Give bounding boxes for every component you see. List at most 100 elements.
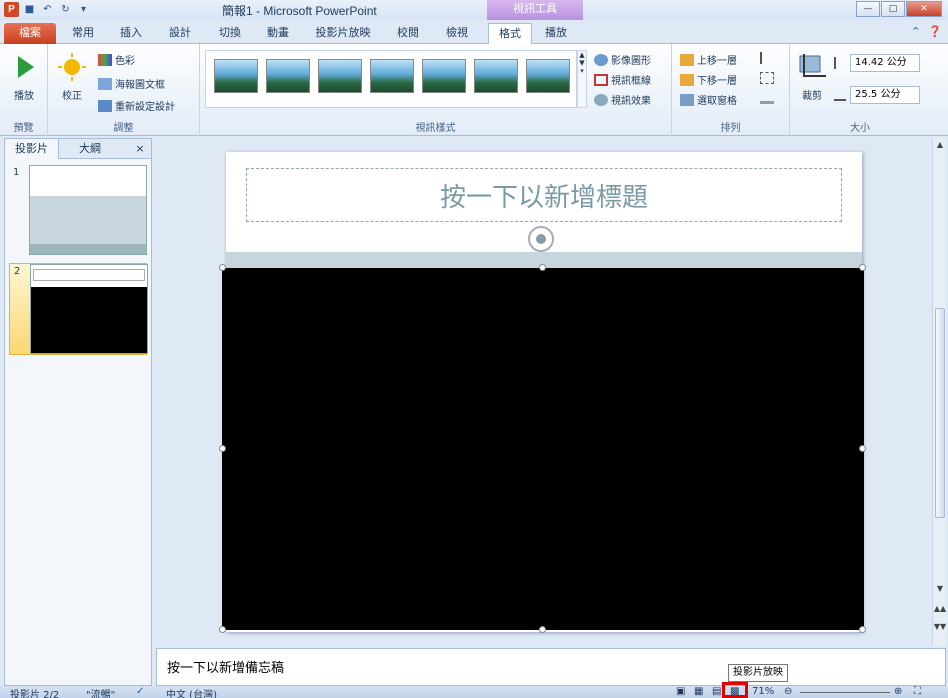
resize-handle[interactable] [219,264,226,271]
title-placeholder[interactable]: 按一下以新增標題 [246,168,842,222]
resize-handle[interactable] [539,264,546,271]
save-icon[interactable]: ■ [22,2,37,17]
previous-slide-icon[interactable]: ▲▲ [933,604,947,613]
video-style-thumb[interactable] [422,59,466,93]
language[interactable]: 中文 (台灣) [166,686,217,698]
tab-outline[interactable]: 大綱 [63,139,117,159]
play-button[interactable]: 播放 [6,52,42,102]
sun-icon [58,53,86,81]
rotation-handle[interactable] [528,226,554,252]
help-icon[interactable]: ❓ [928,25,942,38]
scroll-up-icon[interactable]: ▲ [933,140,947,149]
scroll-down-icon[interactable]: ▼ [933,584,947,593]
slide-thumbnail-2[interactable]: 2 [9,263,148,355]
customize-qat-icon[interactable]: ▾ [76,2,91,17]
slides-pane-tabs: 投影片 大綱 × [5,139,151,159]
slide-preview [29,165,147,255]
tab-format[interactable]: 格式 [488,23,532,44]
rotate-button[interactable] [760,92,774,104]
effects-icon [594,93,608,106]
video-style-thumb[interactable] [266,59,310,93]
height-icon [834,57,846,69]
video-style-thumb[interactable] [474,59,518,93]
zoom-slider[interactable] [800,692,890,693]
resize-handle[interactable] [859,264,866,271]
vertical-scrollbar[interactable]: ▲ ▼ ▲▲ ▼▼ [932,138,946,646]
undo-icon[interactable]: ↶ [40,2,55,17]
slide-sorter-icon[interactable]: ▦ [694,686,703,697]
tab-slides[interactable]: 投影片 [5,139,59,159]
tab-animations[interactable]: 動畫 [259,23,297,44]
tab-playback[interactable]: 播放 [536,23,576,44]
video-border-button[interactable]: 視訊框線 [594,72,651,87]
maximize-button[interactable]: □ [881,1,905,17]
selection-pane-button[interactable]: 選取窗格 [680,92,737,107]
tab-review[interactable]: 校閱 [389,23,427,44]
notes-pane[interactable]: 按一下以新增備忘稿 [156,648,946,686]
zoom-in-icon[interactable]: ⊕ [894,686,902,697]
zoom-out-icon[interactable]: ⊖ [784,686,792,697]
video-style-thumb[interactable] [214,59,258,93]
poster-frame-button[interactable]: 海報圖文框 [98,76,165,91]
group-label-video-styles: 視訊樣式 [415,123,456,134]
send-backward-button[interactable]: 下移一層 [680,72,737,87]
spellcheck-icon[interactable]: ✓ [136,686,144,697]
fit-to-window-icon[interactable]: ⛶ [914,686,921,697]
width-icon [834,89,846,101]
minimize-button[interactable]: — [856,1,880,17]
corrections-label: 校正 [62,91,82,102]
zoom-level[interactable]: 71% [752,686,774,697]
slide-thumbnail-1[interactable]: 1 [9,165,147,257]
reading-view-icon[interactable]: ▤ [712,686,721,697]
video-style-thumb[interactable] [318,59,362,93]
redo-icon[interactable]: ↻ [58,2,73,17]
tab-file[interactable]: 檔案 [4,23,56,44]
height-field[interactable]: 14.42 公分 [850,54,920,72]
next-slide-icon[interactable]: ▼▼ [933,622,947,631]
tab-design[interactable]: 設計 [161,23,199,44]
border-icon [594,73,608,86]
normal-view-icon[interactable]: ▣ [676,686,685,697]
video-style-thumb[interactable] [370,59,414,93]
slide-number: 1 [13,167,20,178]
video-border-label: 視訊框線 [611,76,651,87]
close-button[interactable]: ✕ [906,1,942,17]
tab-transitions[interactable]: 切換 [211,23,249,44]
tab-home[interactable]: 常用 [64,23,102,44]
poster-frame-label: 海報圖文框 [115,80,165,91]
tab-slideshow[interactable]: 投影片放映 [308,23,378,44]
video-tools-header: 視訊工具 [487,0,583,20]
group-label-adjust: 調整 [113,123,134,134]
group-label-arrange: 排列 [720,123,741,134]
resize-handle[interactable] [539,626,546,633]
powerpoint-logo-icon[interactable]: P [4,2,19,17]
minimize-ribbon-icon[interactable]: ⌃ [911,25,920,38]
resize-handle[interactable] [859,626,866,633]
current-slide: 按一下以新增標題 [219,152,866,633]
video-shape-button[interactable]: 影像圖形 [594,52,651,67]
reset-design-button[interactable]: 重新設定設計 [98,98,175,113]
crop-button[interactable]: 裁剪 [794,52,830,102]
group-objects-button[interactable] [760,72,774,84]
resize-handle[interactable] [219,445,226,452]
selection-pane-label: 選取窗格 [697,96,737,107]
video-object[interactable] [222,268,864,630]
corrections-button[interactable]: 校正 [54,52,90,102]
color-button[interactable]: 色彩 [98,52,135,67]
resize-handle[interactable] [859,445,866,452]
tab-view[interactable]: 檢視 [438,23,476,44]
title-bar: P ■ ↶ ↻ ▾ 簡報1 - Microsoft PowerPoint 視訊工… [0,0,948,20]
tab-insert[interactable]: 插入 [112,23,150,44]
align-button[interactable] [760,52,774,64]
scroll-thumb[interactable] [935,308,945,518]
close-pane-icon[interactable]: × [131,139,149,159]
video-style-thumb[interactable] [526,59,570,93]
reset-design-label: 重新設定設計 [115,102,175,113]
reset-design-icon [98,99,112,112]
resize-handle[interactable] [219,626,226,633]
video-effects-button[interactable]: 視訊效果 [594,92,651,107]
bring-forward-button[interactable]: 上移一層 [680,52,737,67]
color-label: 色彩 [115,56,135,67]
gallery-scroll[interactable]: ▲ ▼ ▾ [577,50,587,108]
width-field[interactable]: 25.5 公分 [850,86,920,104]
